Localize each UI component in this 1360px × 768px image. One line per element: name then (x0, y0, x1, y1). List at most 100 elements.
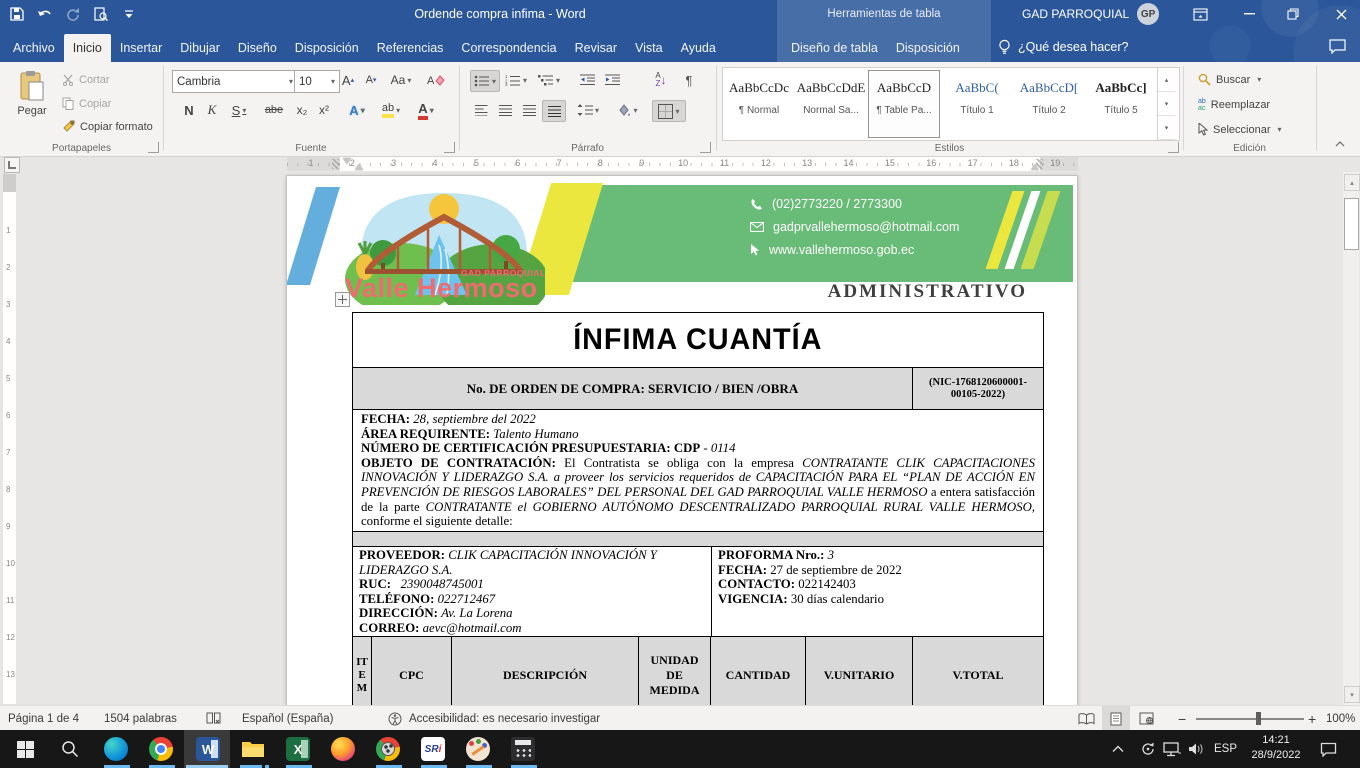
zoom-slider-thumb[interactable] (1256, 712, 1261, 725)
scroll-up-button[interactable]: ▴ (1344, 174, 1360, 191)
cut-button[interactable]: Cortar (62, 74, 110, 86)
grow-font-button[interactable]: A▴ (338, 70, 358, 90)
tab-disposicion-tabla[interactable]: Disposición (887, 34, 969, 62)
strikethrough-button[interactable]: abe (260, 100, 288, 120)
account-area[interactable]: GAD PARROQUIAL GP (1022, 0, 1159, 28)
tab-referencias[interactable]: Referencias (368, 34, 453, 62)
first-line-indent-marker[interactable] (343, 158, 351, 164)
scrollbar-thumb[interactable] (1344, 198, 1359, 250)
tab-selector[interactable] (4, 157, 20, 173)
styles-dialog-launcher[interactable] (1168, 142, 1179, 153)
minimize-button[interactable] (1232, 0, 1266, 28)
multilevel-list-button[interactable]: ▾ (534, 70, 564, 90)
hanging-indent-marker[interactable] (355, 164, 363, 170)
change-case-button[interactable]: Aa▾ (388, 70, 414, 90)
paste-button[interactable]: Pegar (10, 70, 54, 117)
purchase-order-table[interactable]: ÍNFIMA CUANTÍA No. DE ORDEN DE COMPRA: S… (352, 312, 1044, 705)
vertical-ruler[interactable]: 12345678910111213 (3, 174, 16, 704)
document-page[interactable]: GAD PARROQUIAL Valle Hermoso (02)2773220… (287, 176, 1077, 705)
tab-dibujar[interactable]: Dibujar (171, 34, 229, 62)
proofing-status[interactable] (206, 706, 221, 731)
tab-ayuda[interactable]: Ayuda (672, 34, 725, 62)
style-titulo-5[interactable]: AaBbCc]Título 5 (1086, 70, 1156, 138)
file-explorer-icon[interactable] (240, 736, 266, 762)
page-count[interactable]: Página 1 de 4 (8, 706, 79, 731)
styles-more-button[interactable]: ▾ (1158, 116, 1175, 140)
horizontal-ruler[interactable]: 12345678910111213141516171819 (287, 157, 1078, 171)
comments-button[interactable] (1324, 34, 1350, 58)
replace-button[interactable]: abac Reemplazar (1198, 98, 1270, 112)
ribbon-display-options-button[interactable] (1183, 0, 1217, 28)
numbering-button[interactable]: 123 ▾ (502, 70, 530, 90)
tab-vista[interactable]: Vista (626, 34, 672, 62)
align-left-button[interactable] (470, 100, 492, 120)
read-mode-button[interactable] (1072, 706, 1100, 731)
action-center-button[interactable] (1320, 730, 1337, 768)
styles-scroll-down[interactable]: ▾ (1158, 92, 1175, 116)
print-layout-button[interactable] (1102, 706, 1130, 731)
tab-archivo[interactable]: Archivo (4, 34, 64, 62)
superscript-button[interactable]: x² (314, 100, 334, 120)
print-preview-button[interactable] (92, 5, 110, 23)
word-taskbar-icon[interactable]: W (195, 736, 221, 762)
save-button[interactable] (8, 5, 26, 23)
shading-button[interactable]: ▾ (612, 100, 642, 120)
excel-icon[interactable]: X (285, 736, 311, 762)
line-spacing-button[interactable]: ▾ (574, 100, 602, 120)
font-color-button[interactable]: A▾ (412, 100, 440, 120)
copy-button[interactable]: Copiar (62, 97, 111, 110)
tab-diseno[interactable]: Diseño (229, 34, 286, 62)
collapse-ribbon-button[interactable] (1332, 138, 1348, 150)
start-button[interactable] (12, 736, 38, 762)
volume-icon[interactable] (1188, 730, 1205, 768)
select-button[interactable]: Seleccionar▾ (1198, 123, 1282, 136)
underline-button[interactable]: S▾ (226, 100, 252, 120)
restore-button[interactable] (1276, 0, 1310, 28)
style-normal-sa[interactable]: AaBbCcDdENormal Sa... (796, 70, 866, 138)
tab-diseno-de-tabla[interactable]: Diseño de tabla (782, 34, 887, 62)
sort-button[interactable]: AZ ↓ (648, 70, 674, 90)
font-name-combo[interactable]: Cambria▾ (172, 70, 298, 93)
tray-sync-icon[interactable] (1140, 730, 1156, 768)
style-titulo-2[interactable]: AaBbCcD[Título 2 (1014, 70, 1084, 138)
taskbar-search-button[interactable] (57, 736, 83, 762)
italic-button[interactable]: K (203, 100, 221, 120)
bullets-button[interactable]: ▾ (470, 70, 500, 92)
clipboard-dialog-launcher[interactable] (148, 142, 159, 153)
borders-button[interactable]: ▾ (652, 100, 686, 122)
style-table-paragraph[interactable]: AaBbCcD¶ Table Pa... (868, 70, 940, 138)
zoom-in-button[interactable]: + (1308, 706, 1316, 731)
edge-icon[interactable] (103, 736, 129, 762)
subscript-button[interactable]: x₂ (292, 100, 312, 120)
paragraph-dialog-launcher[interactable] (700, 142, 711, 153)
tab-revisar[interactable]: Revisar (566, 34, 626, 62)
bold-button[interactable]: N (180, 100, 198, 120)
chrome-icon[interactable] (148, 736, 174, 762)
word-count[interactable]: 1504 palabras (104, 706, 177, 731)
tab-correspondencia[interactable]: Correspondencia (452, 34, 565, 62)
web-layout-button[interactable] (1132, 706, 1160, 731)
styles-scroll-up[interactable]: ▴ (1158, 68, 1175, 92)
tab-inicio[interactable]: Inicio (64, 34, 111, 62)
show-marks-button[interactable]: ¶ (680, 70, 698, 90)
tell-me-box[interactable]: ¿Qué desea hacer? (998, 34, 1129, 60)
font-size-combo[interactable]: 10▾ (294, 70, 340, 93)
calculator-icon[interactable] (510, 736, 536, 762)
align-right-button[interactable] (518, 100, 540, 120)
vertical-scrollbar[interactable]: ▴ ▾ (1343, 172, 1359, 705)
paint-icon[interactable] (465, 736, 491, 762)
chrome-profile-icon[interactable] (375, 736, 401, 762)
avatar[interactable]: GP (1137, 3, 1159, 25)
style-titulo-1[interactable]: AaBbC(Título 1 (942, 70, 1012, 138)
network-icon[interactable] (1163, 730, 1181, 768)
firefox-icon[interactable] (330, 736, 356, 762)
zoom-out-button[interactable]: − (1178, 706, 1186, 731)
tab-insertar[interactable]: Insertar (111, 34, 171, 62)
clock[interactable]: 14:21 28/9/2022 (1246, 733, 1306, 763)
sri-icon[interactable]: SRi (420, 736, 446, 762)
customize-qat-button[interactable] (120, 5, 138, 23)
justify-button[interactable] (542, 100, 566, 122)
style-normal[interactable]: AaBbCcDc¶ Normal (724, 70, 794, 138)
format-painter-button[interactable]: Copiar formato (62, 120, 153, 133)
language-status[interactable]: Español (España) (242, 706, 333, 731)
